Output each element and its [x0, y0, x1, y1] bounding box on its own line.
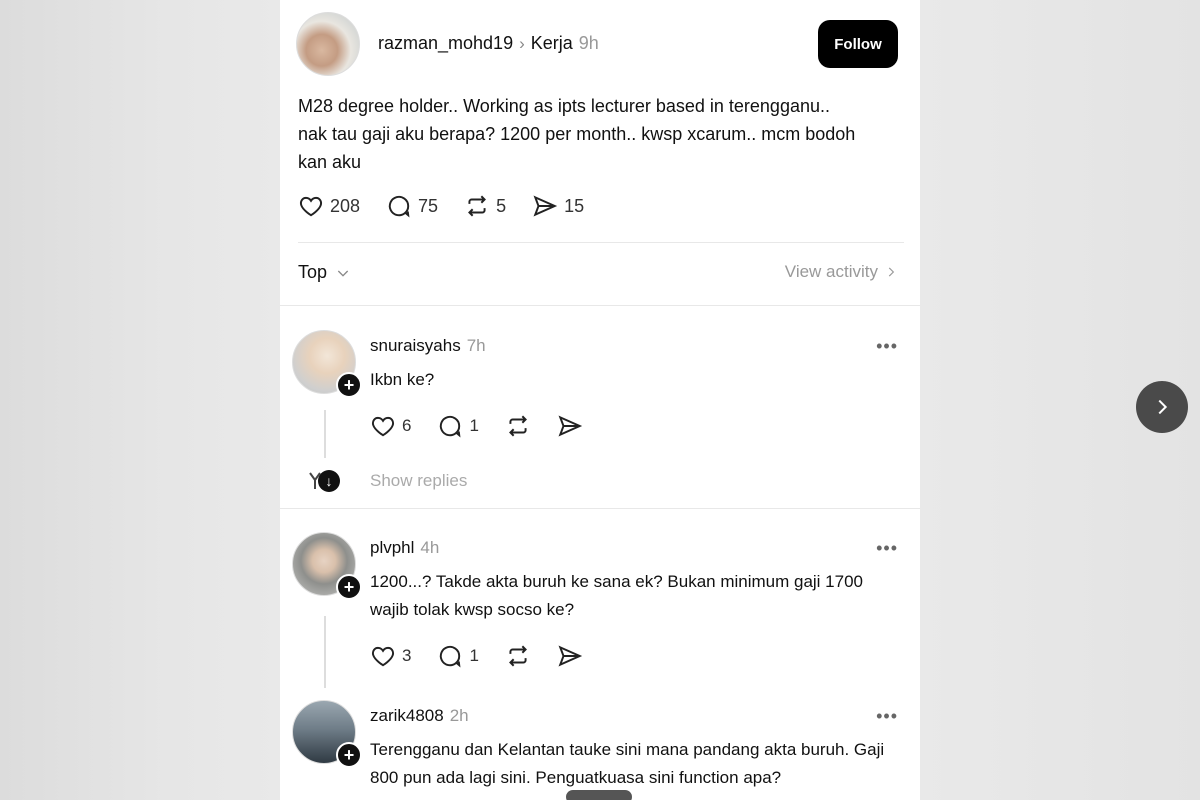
repost-icon: [508, 415, 527, 437]
heart-icon: [299, 196, 323, 217]
follow-button[interactable]: Follow: [818, 20, 898, 68]
send-icon: [533, 195, 558, 217]
comment-actions: 3 1: [370, 643, 609, 669]
like-count: 208: [330, 195, 361, 216]
author-line: razman_mohd19 › Kerja 9h: [378, 33, 599, 54]
topic-tag[interactable]: Kerja: [531, 33, 573, 54]
share-button[interactable]: [557, 643, 583, 669]
comment-text: Ikbn ke?: [370, 370, 435, 389]
comment-time: 4h: [420, 538, 440, 557]
comment-bubble-icon: [388, 195, 410, 218]
divider: [280, 508, 920, 509]
background-left: [0, 0, 280, 800]
comment-header: zarik4808 2h: [370, 706, 469, 726]
comment-bubble-icon: [440, 645, 461, 668]
view-activity-link[interactable]: View activity: [785, 262, 898, 282]
reply-avatars[interactable]: ↓: [308, 470, 340, 492]
like-button[interactable]: 208: [298, 193, 360, 219]
repost-icon: [508, 645, 527, 667]
sort-dropdown[interactable]: Top: [298, 262, 351, 283]
comment-username[interactable]: plvphl: [370, 538, 414, 557]
like-count: 3: [402, 646, 412, 665]
follow-plus-icon[interactable]: +: [336, 742, 362, 768]
author-username[interactable]: razman_mohd19: [378, 33, 513, 54]
more-options-icon[interactable]: •••: [876, 706, 898, 727]
author-avatar[interactable]: [296, 12, 360, 76]
comment-header: snuraisyahs 7h: [370, 336, 486, 356]
comment-header: plvphl 4h: [370, 538, 439, 558]
thread-line: [324, 616, 326, 688]
comment-time: 7h: [466, 336, 486, 355]
repost-button[interactable]: [505, 643, 531, 669]
heart-icon: [371, 646, 395, 667]
chevron-down-icon: [337, 270, 349, 277]
divider: [298, 242, 904, 243]
post-time: 9h: [578, 33, 599, 53]
comment-item: + snuraisyahs 7h ••• Ikbn ke? 6 1 ↓ Show…: [280, 330, 920, 500]
divider: [280, 305, 920, 306]
repost-count: 5: [496, 195, 507, 216]
show-replies-link[interactable]: Show replies: [370, 471, 467, 491]
sort-bar: Top View activity: [298, 262, 898, 288]
comment-count: 75: [418, 195, 439, 216]
next-slide-button[interactable]: [1136, 381, 1188, 433]
share-button[interactable]: 15: [532, 193, 584, 219]
comment-item: + zarik4808 2h ••• Terengganu dan Kelanta…: [280, 700, 920, 800]
like-button[interactable]: 6: [370, 413, 411, 439]
comment-username[interactable]: zarik4808: [370, 706, 444, 725]
view-activity-label: View activity: [784, 262, 878, 281]
heart-icon: [371, 416, 395, 437]
repost-icon: [468, 195, 487, 217]
reply-count: 1: [469, 646, 479, 665]
threads-post-view: razman_mohd19 › Kerja 9h Follow M28 degr…: [280, 0, 920, 800]
follow-plus-icon[interactable]: +: [336, 372, 362, 398]
chevron-right-icon: [1158, 399, 1168, 415]
comment-text: Terengganu dan Kelantan tauke sini mana …: [370, 740, 885, 787]
post-header: razman_mohd19 › Kerja 9h Follow: [296, 12, 904, 76]
comment-button[interactable]: 75: [386, 193, 438, 219]
send-icon: [558, 645, 583, 667]
reply-button[interactable]: 1: [437, 643, 479, 669]
like-count: 6: [402, 416, 412, 435]
post-text: M28 degree holder.. Working as ipts lect…: [298, 96, 856, 172]
share-count: 15: [564, 195, 585, 216]
follow-plus-icon[interactable]: +: [336, 574, 362, 600]
post-actions: 208 75 5 15: [298, 193, 610, 219]
comment-item: + plvphl 4h ••• 1200...? Takde akta buruh…: [280, 532, 920, 692]
like-button[interactable]: 3: [370, 643, 411, 669]
comment-time: 2h: [449, 706, 469, 725]
comment-text: 1200...? Takde akta buruh ke sana ek? Bu…: [370, 572, 863, 619]
comment-username[interactable]: snuraisyahs: [370, 336, 461, 355]
sort-label: Top: [298, 262, 328, 282]
chevron-right-icon: ›: [519, 33, 525, 53]
comment-bubble-icon: [440, 415, 461, 438]
send-icon: [558, 415, 583, 437]
repost-button[interactable]: [505, 413, 531, 439]
more-options-icon[interactable]: •••: [876, 538, 898, 559]
reply-button[interactable]: 1: [437, 413, 479, 439]
scroll-indicator[interactable]: [566, 790, 632, 800]
thread-line: [324, 410, 326, 458]
repost-button[interactable]: 5: [464, 193, 506, 219]
more-options-icon[interactable]: •••: [876, 336, 898, 357]
comment-actions: 6 1: [370, 413, 609, 439]
chevron-right-icon: [888, 267, 895, 277]
arrow-down-icon: ↓: [318, 470, 340, 492]
reply-count: 1: [469, 416, 479, 435]
share-button[interactable]: [557, 413, 583, 439]
